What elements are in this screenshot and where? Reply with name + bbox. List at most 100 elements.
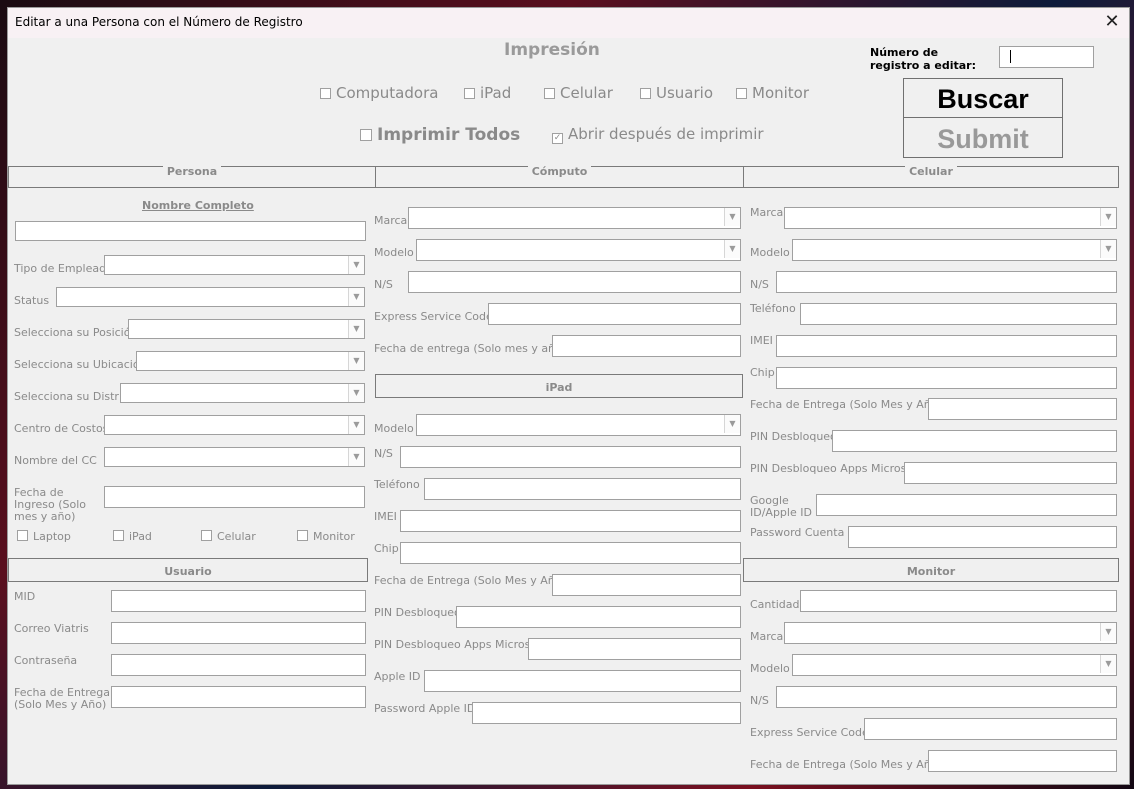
celular-marca-select[interactable]: ▼ xyxy=(784,207,1117,229)
celular-google-id-input[interactable] xyxy=(816,494,1117,516)
ubicacion-label: Selecciona su Ubicación xyxy=(14,358,147,371)
checkbox-box xyxy=(736,88,747,99)
computo-express-input[interactable] xyxy=(488,303,741,325)
monitor-express-input[interactable] xyxy=(864,718,1117,740)
checkbox-box xyxy=(201,530,212,541)
monitor-fecha-entrega-label: Fecha de Entrega (Solo Mes y Año) xyxy=(750,758,942,771)
chevron-down-icon: ▼ xyxy=(348,384,364,402)
print-ipad-checkbox[interactable]: iPad xyxy=(464,84,511,102)
celular-imei-input[interactable] xyxy=(776,335,1117,357)
contrasena-input[interactable] xyxy=(111,654,366,676)
ipad-checkbox[interactable]: iPad xyxy=(113,530,152,543)
ipad-chip-input[interactable] xyxy=(400,542,741,564)
monitor-fecha-entrega-input[interactable] xyxy=(928,750,1117,772)
print-usuario-checkbox[interactable]: Usuario xyxy=(640,84,713,102)
computo-fecha-entrega-input[interactable] xyxy=(552,335,741,357)
celular-password-input[interactable] xyxy=(848,526,1117,548)
ubicacion-select[interactable]: ▼ xyxy=(136,351,365,371)
celular-checkbox[interactable]: Celular xyxy=(201,530,256,543)
ipad-fecha-entrega-input[interactable] xyxy=(552,574,741,596)
monitor-ns-label: N/S xyxy=(750,694,769,707)
ipad-ns-input[interactable] xyxy=(400,446,741,468)
close-icon[interactable]: ✕ xyxy=(1101,11,1123,33)
computo-modelo-select[interactable]: ▼ xyxy=(416,239,741,261)
chevron-down-icon: ▼ xyxy=(1100,655,1116,673)
nombre-completo-label: Nombre Completo xyxy=(142,199,254,212)
distrito-select[interactable]: ▼ xyxy=(120,383,365,403)
fecha-ingreso-label: Fecha de Ingreso (Solo mes y año) xyxy=(14,486,86,523)
chevron-down-icon: ▼ xyxy=(1100,208,1116,226)
celular-modelo-select[interactable]: ▼ xyxy=(792,239,1117,261)
checkbox-box xyxy=(464,88,475,99)
ipad-apple-id-label: Apple ID xyxy=(374,670,421,683)
buscar-button[interactable]: Buscar xyxy=(903,78,1063,118)
laptop-checkbox[interactable]: Laptop xyxy=(17,530,71,543)
celular-google-id-label: Google ID/Apple ID xyxy=(750,494,812,519)
ipad-password-input[interactable] xyxy=(472,702,741,724)
celular-imei-label: IMEI xyxy=(750,334,773,347)
open-after-print-checkbox[interactable]: ✓ Abrir después de imprimir xyxy=(552,125,764,144)
celular-pin-input[interactable] xyxy=(832,430,1117,452)
monitor-ns-input[interactable] xyxy=(776,686,1117,708)
celular-chip-input[interactable] xyxy=(776,367,1117,389)
centro-costos-select[interactable]: ▼ xyxy=(104,415,365,435)
chevron-down-icon: ▼ xyxy=(348,320,364,338)
submit-button[interactable]: Submit xyxy=(903,117,1063,158)
ipad-modelo-label: Modelo xyxy=(374,422,414,435)
text-cursor xyxy=(1010,50,1011,63)
celular-title: Celular xyxy=(905,165,957,178)
ipad-imei-label: IMEI xyxy=(374,510,397,523)
usuario-fecha-entrega-label: Fecha de Entrega (Solo Mes y Año) xyxy=(14,686,111,711)
celular-fecha-entrega-input[interactable] xyxy=(928,398,1117,420)
monitor-title: Monitor xyxy=(902,565,960,578)
nombre-completo-input[interactable] xyxy=(15,221,366,241)
monitor-modelo-select[interactable]: ▼ xyxy=(792,654,1117,676)
monitor-cantidad-input[interactable] xyxy=(800,590,1117,612)
mid-input[interactable] xyxy=(111,590,366,612)
checkbox-box xyxy=(544,88,555,99)
correo-label: Correo Viatris xyxy=(14,622,89,635)
computo-marca-select[interactable]: ▼ xyxy=(408,207,741,229)
celular-telefono-label: Teléfono xyxy=(750,302,796,315)
ipad-fecha-entrega-label: Fecha de Entrega (Solo Mes y Año) xyxy=(374,574,566,587)
print-computadora-checkbox[interactable]: Computadora xyxy=(320,84,438,102)
computo-ns-input[interactable] xyxy=(408,271,741,293)
monitor-modelo-label: Modelo xyxy=(750,662,790,675)
ipad-modelo-select[interactable]: ▼ xyxy=(416,414,741,436)
celular-telefono-input[interactable] xyxy=(800,303,1117,325)
celular-ns-input[interactable] xyxy=(776,271,1117,293)
checkbox-box xyxy=(113,530,124,541)
correo-input[interactable] xyxy=(111,622,366,644)
ipad-pin-input[interactable] xyxy=(456,606,741,628)
computo-express-label: Express Service Code xyxy=(374,310,493,323)
ipad-telefono-input[interactable] xyxy=(424,478,741,500)
fecha-ingreso-input[interactable] xyxy=(104,486,365,508)
persona-title: Persona xyxy=(162,165,222,178)
tipo-empleado-label: Tipo de Empleado xyxy=(14,262,113,275)
computo-frame: Cómputo xyxy=(375,165,744,188)
registro-input[interactable] xyxy=(999,46,1094,68)
status-select[interactable]: ▼ xyxy=(56,287,365,307)
usuario-fecha-entrega-input[interactable] xyxy=(111,686,366,708)
ipad-imei-input[interactable] xyxy=(400,510,741,532)
monitor-marca-select[interactable]: ▼ xyxy=(784,622,1117,644)
chevron-down-icon: ▼ xyxy=(348,256,364,274)
print-all-checkbox[interactable]: Imprimir Todos xyxy=(360,125,520,145)
print-monitor-checkbox[interactable]: Monitor xyxy=(736,84,809,102)
print-celular-checkbox[interactable]: Celular xyxy=(544,84,613,102)
checkbox-box xyxy=(360,129,372,141)
computo-marca-label: Marca xyxy=(374,214,408,227)
ipad-frame: iPad xyxy=(375,374,743,398)
celular-password-label: Password Cuenta xyxy=(750,526,845,539)
celular-pin-apps-input[interactable] xyxy=(904,462,1117,484)
celular-fecha-entrega-label: Fecha de Entrega (Solo Mes y Año) xyxy=(750,398,942,411)
computo-fecha-entrega-label: Fecha de entrega (Solo mes y año) xyxy=(374,342,567,355)
ipad-apple-id-input[interactable] xyxy=(424,670,741,692)
status-label: Status xyxy=(14,294,50,307)
ipad-pin-apps-input[interactable] xyxy=(528,638,741,660)
tipo-empleado-select[interactable]: ▼ xyxy=(104,255,365,275)
checkmark-icon: ✓ xyxy=(552,133,563,144)
monitor-checkbox[interactable]: Monitor xyxy=(297,530,355,543)
nombre-cc-select[interactable]: ▼ xyxy=(104,447,365,467)
posicion-select[interactable]: ▼ xyxy=(128,319,365,339)
